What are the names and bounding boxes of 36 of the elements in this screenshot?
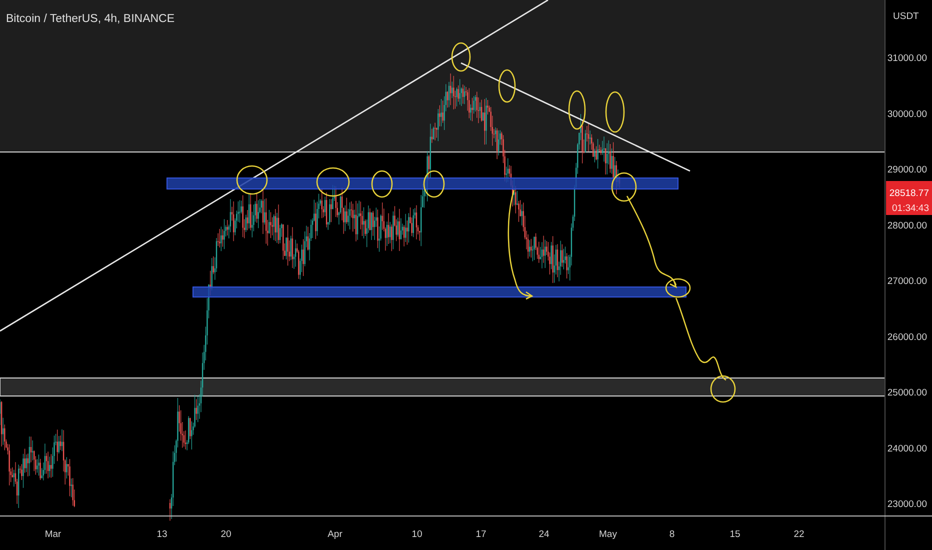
date-label: Apr xyxy=(328,529,342,540)
price-label: 26000.00 xyxy=(887,332,927,343)
date-label: 20 xyxy=(220,529,232,540)
hand-drawn-circle xyxy=(316,167,350,197)
hand-drawn-circle xyxy=(451,42,471,72)
hand-drawn-circle xyxy=(605,91,625,133)
date-label: 22 xyxy=(794,529,804,540)
last-price: 28518.77 xyxy=(889,188,929,199)
price-label: 25000.00 xyxy=(887,388,927,398)
hand-drawn-circle xyxy=(665,278,691,298)
date-label: May xyxy=(599,529,617,540)
hand-drawn-circle xyxy=(371,170,393,198)
price-label: 31000.00 xyxy=(887,53,927,64)
hand-drawn-circle xyxy=(568,90,586,130)
price-label: 23000.00 xyxy=(887,499,927,510)
hand-drawn-circle xyxy=(498,69,516,103)
price-label: 30000.00 xyxy=(887,108,927,120)
hand-drawn-circle xyxy=(710,375,736,403)
hand-drawn-circle xyxy=(236,165,268,195)
date-label: 17 xyxy=(476,529,486,540)
price-tag xyxy=(886,181,932,215)
date-label: 10 xyxy=(412,529,422,540)
hand-drawn-circle xyxy=(611,172,637,202)
currency-label: USDT xyxy=(893,11,919,22)
price-label: 29000.00 xyxy=(887,164,927,176)
price-label: 24000.00 xyxy=(887,443,927,454)
date-label: 8 xyxy=(669,529,675,540)
price-label: 27000.00 xyxy=(887,276,927,287)
date-label: 24 xyxy=(538,529,550,540)
hand-drawn-circle xyxy=(423,170,445,198)
date-label: Mar xyxy=(44,529,62,540)
price-label: 28000.00 xyxy=(887,220,927,232)
countdown-timer: 01:34:43 xyxy=(892,203,929,214)
date-label: 15 xyxy=(730,529,740,540)
chart-title: Bitcoin / TetherUS, 4h, BINANCE xyxy=(6,13,175,25)
date-label: 13 xyxy=(156,529,168,540)
